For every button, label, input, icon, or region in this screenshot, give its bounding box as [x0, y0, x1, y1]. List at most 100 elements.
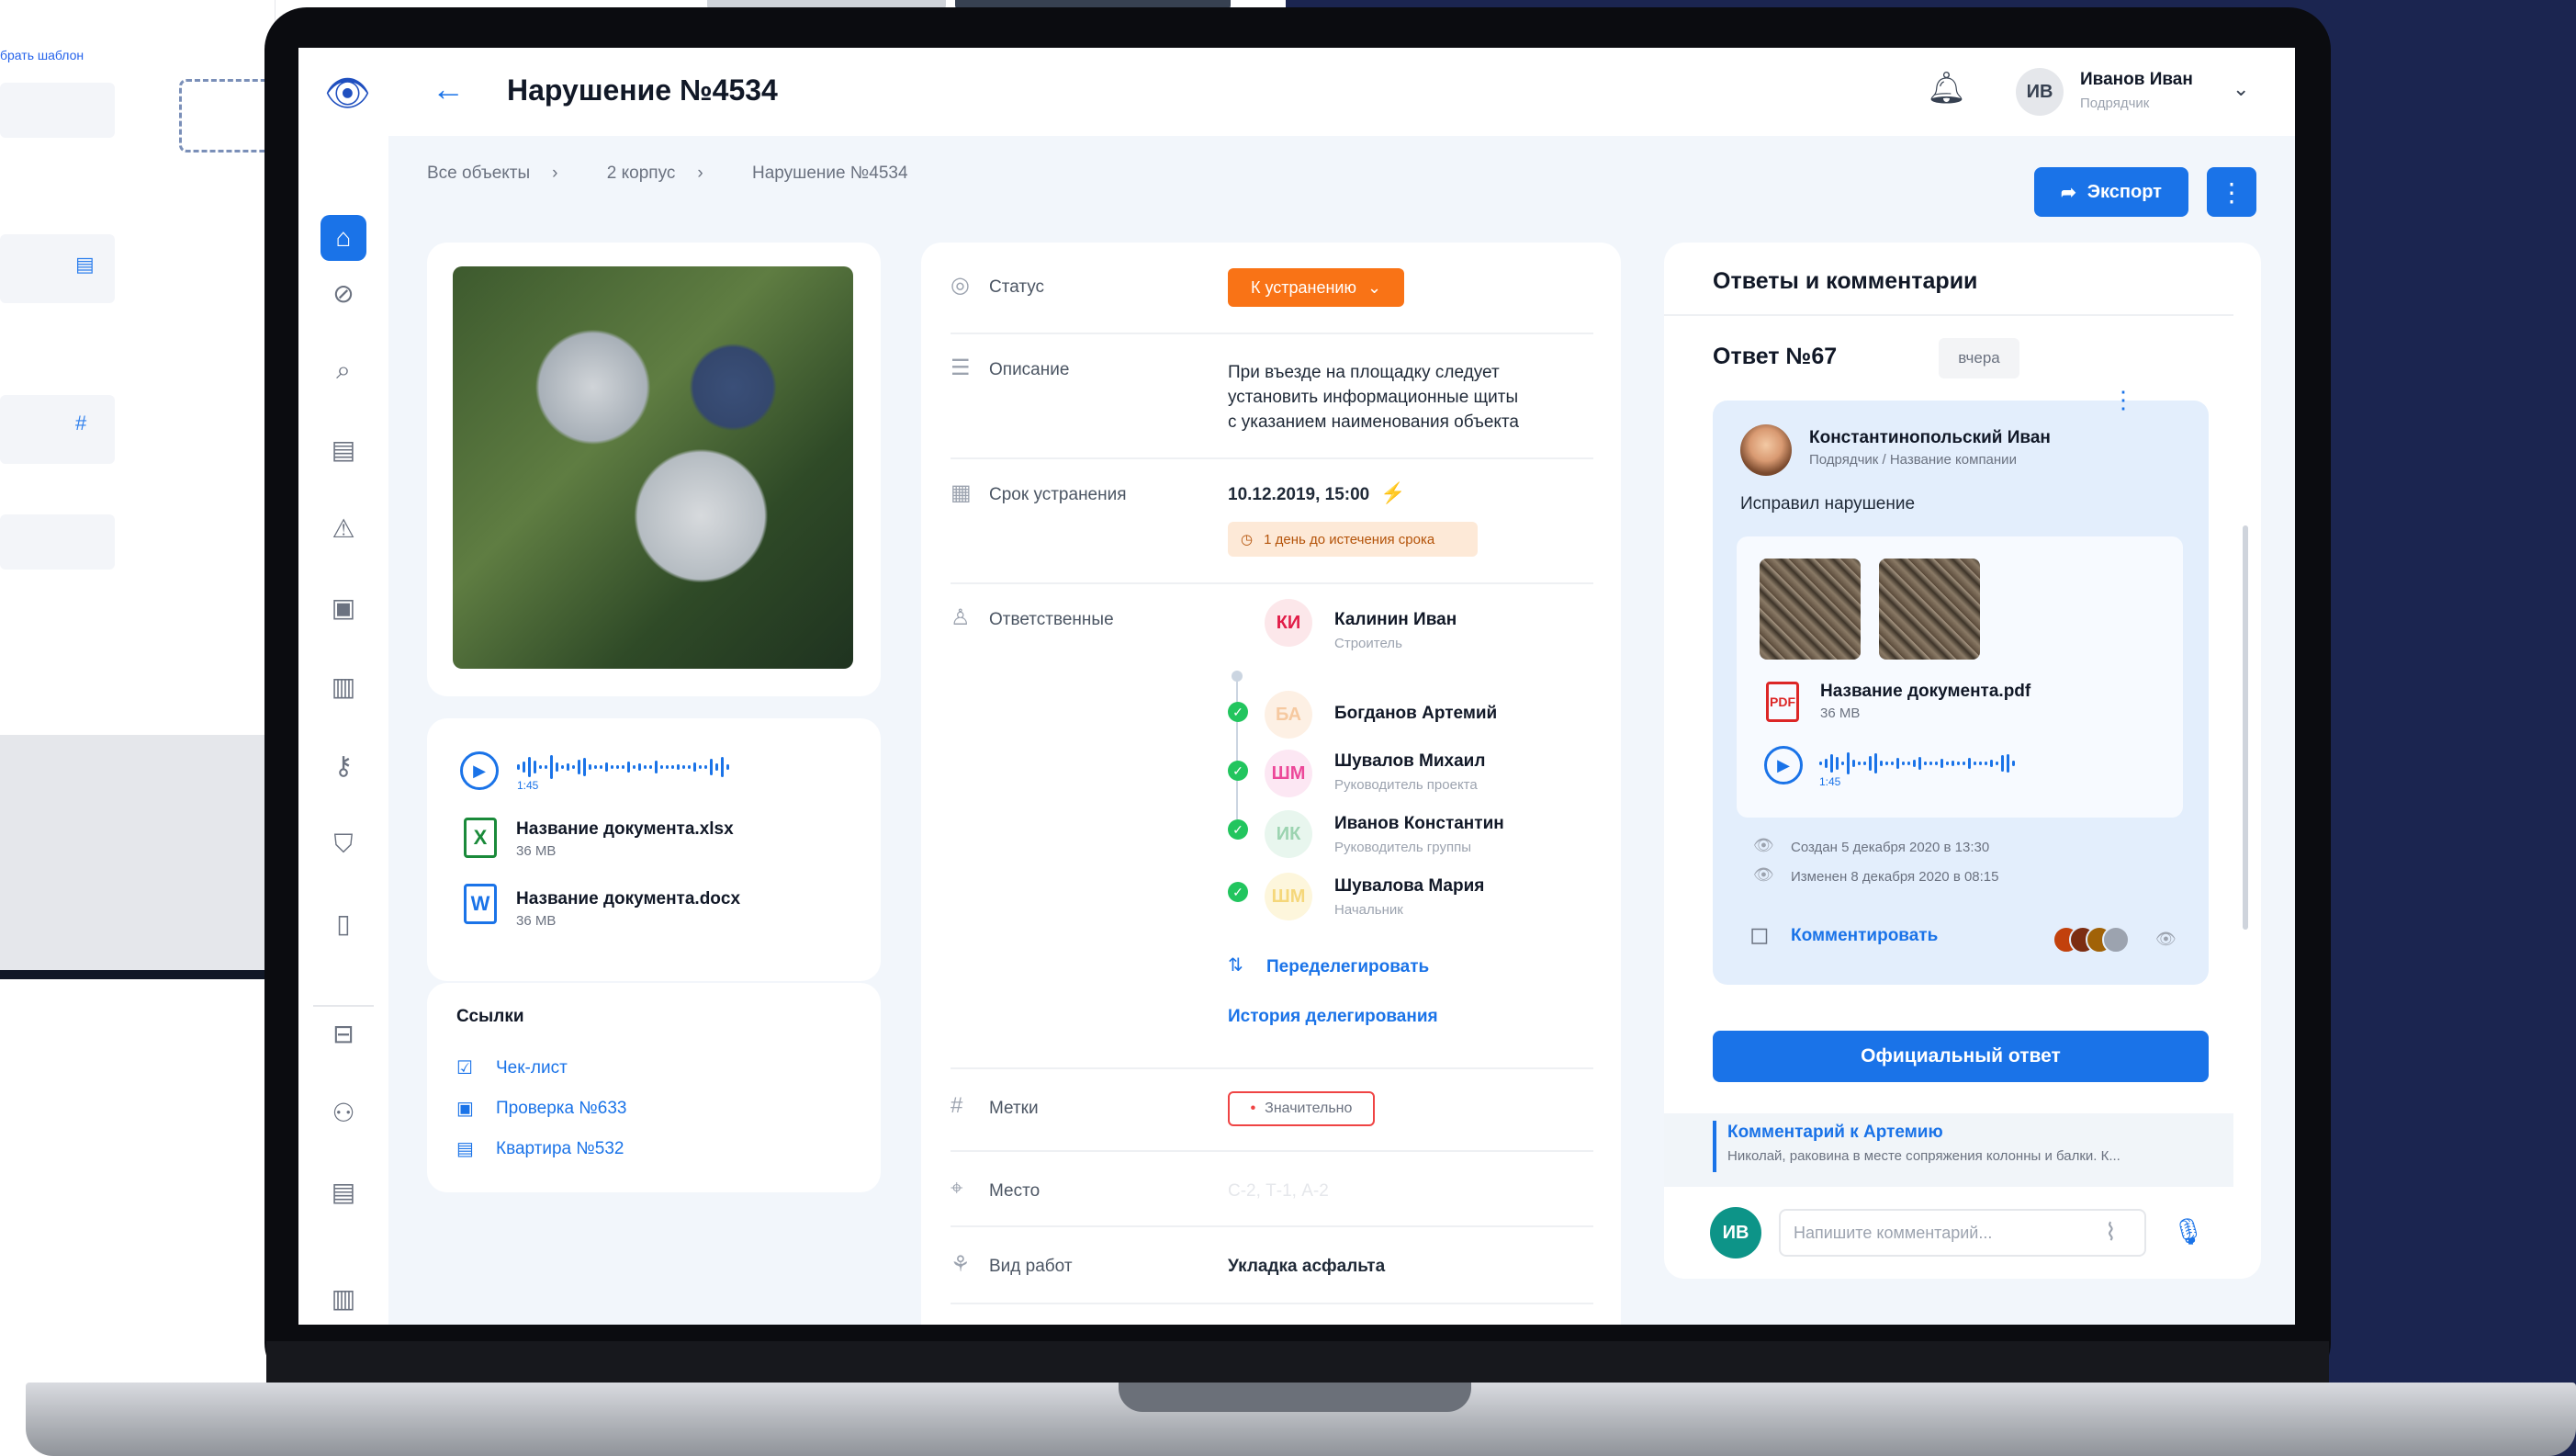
answer-more-icon[interactable]: ⋮ [2111, 386, 2135, 414]
place-value: С-2, Т-1, А-2 [1228, 1181, 1329, 1201]
list-icon: ☰ [951, 356, 971, 380]
scrollbar[interactable] [2243, 525, 2248, 930]
eye-icon: 👁︎ [1753, 865, 1774, 884]
file-name[interactable]: Название документа.docx [516, 889, 740, 909]
comment-link[interactable]: Комментировать [1791, 926, 1938, 946]
select-template-link[interactable]: брать шаблон [0, 48, 84, 62]
audio-duration: 1:45 [517, 779, 539, 792]
home-icon[interactable]: ⌂ [321, 215, 366, 261]
bell-icon[interactable]: 🔔︎ [1927, 70, 1966, 107]
back-arrow-icon[interactable]: ← [432, 70, 465, 108]
redelegate-link[interactable]: Переделегировать [1266, 957, 1429, 977]
official-reply-button[interactable]: Официальный ответ [1713, 1031, 2209, 1082]
person-name[interactable]: Шувалова Мария [1334, 876, 1484, 897]
file-name[interactable]: Название документа.xlsx [516, 819, 734, 840]
hash-icon: # [75, 412, 87, 435]
breadcrumb: Все объекты › 2 корпус › Нарушение №4534 [427, 164, 930, 184]
clipboard-icon[interactable]: ▥ [321, 663, 366, 709]
divider [951, 1225, 1593, 1227]
link-checklist[interactable]: Чек-лист [496, 1058, 568, 1078]
status-dropdown[interactable]: К устранению ⌄ [1228, 268, 1404, 307]
avatar[interactable]: КИ [1265, 599, 1312, 647]
background-grey-panel [0, 735, 276, 974]
avatar[interactable]: БА [1265, 691, 1312, 739]
reply-text: Николай, раковина в месте сопряжения кол… [1727, 1148, 2120, 1164]
description-line: При въезде на площадку следует [1228, 363, 1500, 382]
word-file-icon: W [464, 884, 497, 924]
people-icon[interactable]: ⚇ [321, 1089, 366, 1135]
key-icon[interactable]: ⚷ [321, 742, 366, 788]
delegation-history-link[interactable]: История делегирования [1228, 1007, 1438, 1027]
eye-icon: 👁︎ [1753, 836, 1774, 854]
checklist-icon: ☑ [456, 1058, 473, 1078]
link-inspection[interactable]: Проверка №633 [496, 1099, 626, 1119]
clock-icon: ◷ [1241, 532, 1254, 547]
created-date: Создан 5 декабря 2020 в 13:30 [1791, 840, 1990, 855]
person-role: Начальник [1334, 902, 1403, 918]
viewer-avatars[interactable] [2053, 926, 2130, 954]
author-avatar[interactable] [1740, 424, 1792, 476]
divider [951, 1067, 1593, 1069]
person-name[interactable]: Иванов Константин [1334, 814, 1504, 834]
briefcase-icon[interactable]: ⊟ [321, 1010, 366, 1056]
export-button[interactable]: ➦ Экспорт [2034, 167, 2188, 217]
eye-logo-icon[interactable]: 👁 [324, 72, 371, 115]
person-name[interactable]: Калинин Иван [1334, 610, 1457, 630]
audio-waveform[interactable] [1819, 750, 2015, 777]
document-icon[interactable]: ▯ [321, 900, 366, 946]
user-name[interactable]: Иванов Иван [2080, 70, 2193, 90]
check-icon: ✓ [1228, 761, 1248, 781]
calendar-icon[interactable]: ▤ [321, 426, 366, 472]
comment-input[interactable] [1779, 1209, 2146, 1257]
breadcrumb-item[interactable]: Все объекты [427, 164, 530, 183]
check-icon: ✓ [1228, 702, 1248, 722]
breadcrumb-item[interactable]: 2 корпус [607, 164, 676, 183]
more-options-button[interactable]: ⋮ [2207, 167, 2256, 217]
chevron-right-icon: › [552, 164, 558, 183]
tag-badge[interactable]: • Значительно [1228, 1091, 1375, 1126]
export-label: Экспорт [2087, 181, 2162, 202]
status-label: Статус [989, 277, 1045, 297]
paperclip-icon[interactable]: ⌇ [2105, 1218, 2117, 1247]
microphone-icon[interactable]: 🎙︎ [2172, 1216, 2205, 1247]
play-icon[interactable]: ▶ [1764, 746, 1803, 784]
tag-text: Значительно [1265, 1100, 1353, 1116]
avatar[interactable]: ИК [1265, 810, 1312, 858]
user-avatar[interactable]: ИВ [2016, 68, 2064, 116]
search-icon[interactable]: ⌕ [321, 347, 366, 393]
hash-icon: # [951, 1093, 963, 1118]
shield-icon[interactable]: ⛉ [321, 821, 366, 867]
app-screen: 👁 ← Нарушение №4534 🔔︎ ИВ Иванов Иван По… [298, 48, 2295, 1325]
links-header: Ссылки [456, 1007, 524, 1026]
avatar[interactable]: ШМ [1265, 873, 1312, 920]
chart-icon[interactable]: ▥ [321, 1275, 366, 1321]
docs-icon[interactable]: ▤ [321, 1168, 366, 1214]
comment-bubble-icon: ◻ [1749, 920, 1770, 948]
avatar[interactable]: ШМ [1265, 750, 1312, 797]
person-name[interactable]: Богданов Артемий [1334, 704, 1497, 724]
compass-icon[interactable]: ⊘ [321, 270, 366, 316]
pdf-file-icon: PDF [1766, 682, 1799, 722]
warning-icon[interactable]: ⚠ [321, 505, 366, 551]
chevron-right-icon: › [697, 164, 703, 183]
play-icon[interactable]: ▶ [460, 751, 499, 790]
person-role: Руководитель проекта [1334, 777, 1478, 793]
timeline-dot [1232, 671, 1243, 682]
placeholder-block [0, 395, 115, 464]
photo-thumbnail[interactable] [1879, 559, 1980, 660]
file-name[interactable]: Название документа.pdf [1820, 682, 2030, 702]
answer-number: Ответ №67 [1713, 344, 1838, 369]
author-name[interactable]: Константинопольский Иван [1809, 428, 2051, 448]
description-line: установить информационные щиты [1228, 388, 1519, 407]
chevron-down-icon: ⌄ [1367, 277, 1382, 297]
laptop-notch [1119, 1383, 1471, 1412]
share-icon: ➦ [2061, 182, 2076, 203]
person-role: Руководитель группы [1334, 840, 1471, 855]
clipboard-check-icon[interactable]: ▣ [321, 584, 366, 630]
link-apartment[interactable]: Квартира №532 [496, 1139, 624, 1159]
person-name[interactable]: Шувалов Михаил [1334, 751, 1485, 772]
audio-waveform[interactable] [517, 753, 729, 781]
chevron-down-icon[interactable]: ⌄ [2233, 77, 2249, 101]
photo-thumbnail[interactable] [1760, 559, 1861, 660]
violation-photo[interactable] [453, 266, 853, 669]
